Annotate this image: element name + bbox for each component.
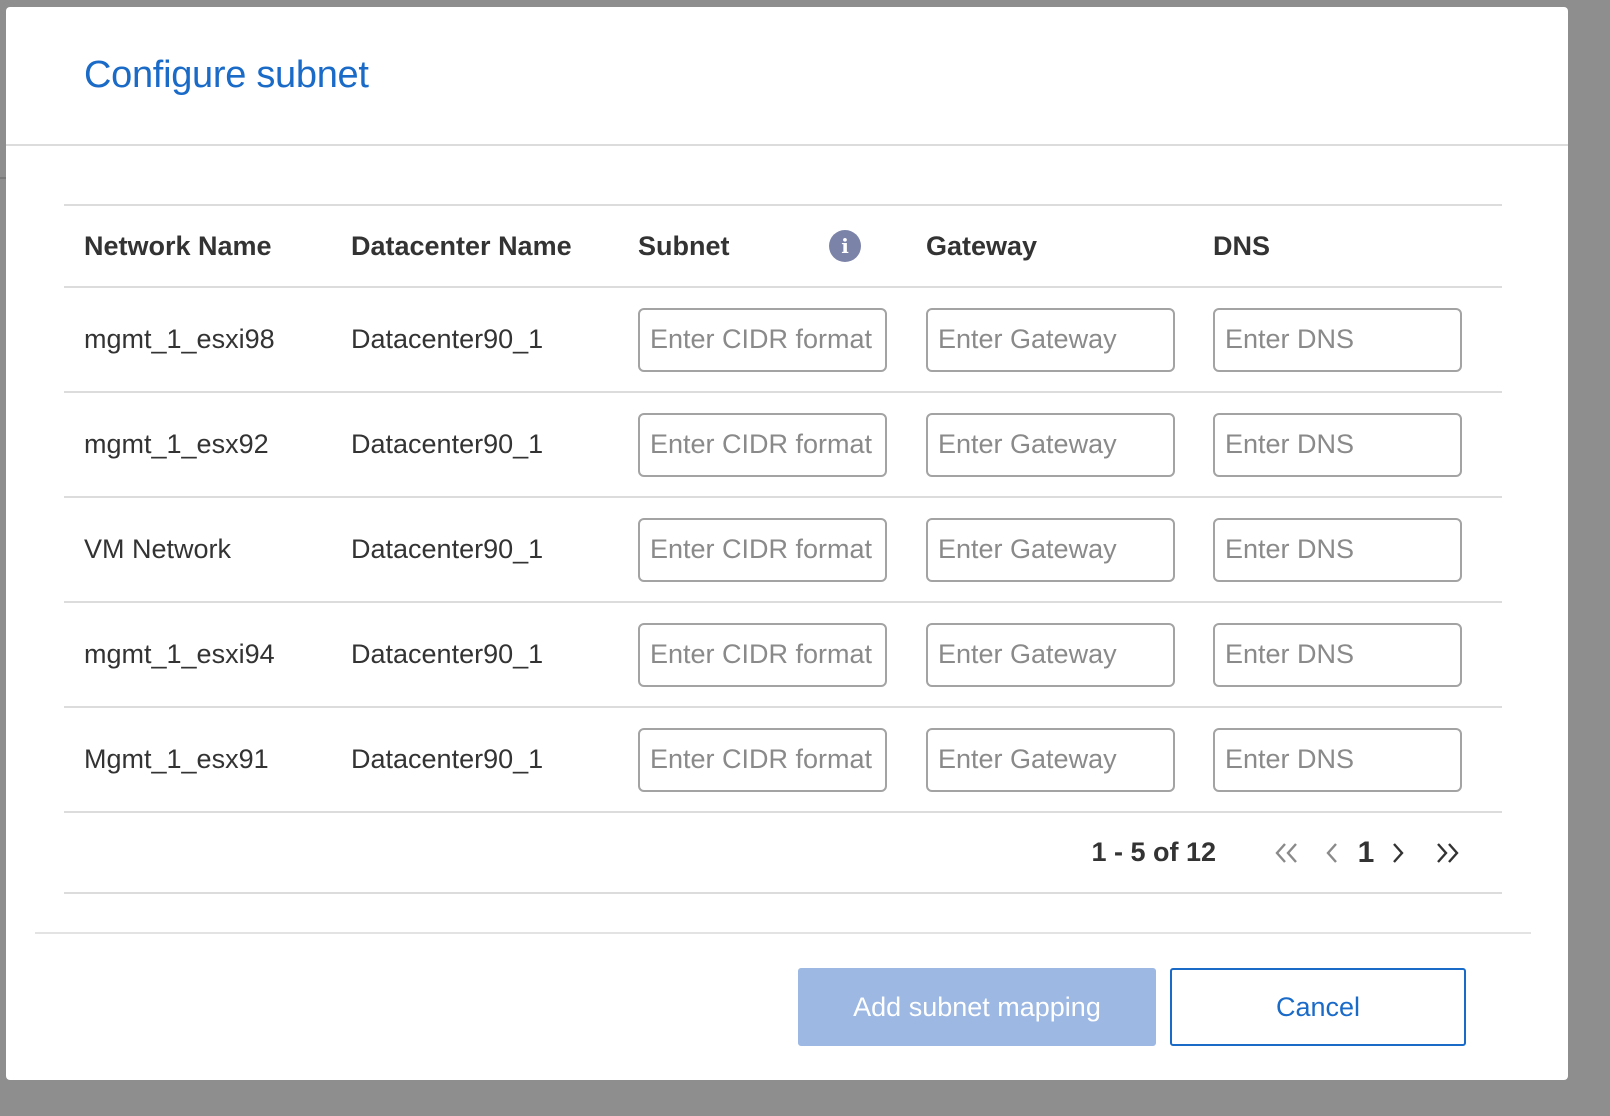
- next-page-icon[interactable]: [1388, 833, 1408, 873]
- network-name-cell: Mgmt_1_esx91: [84, 744, 269, 774]
- add-subnet-mapping-button[interactable]: Add subnet mapping: [798, 968, 1156, 1046]
- network-name-cell: mgmt_1_esxi98: [84, 324, 275, 354]
- footer-divider: [35, 932, 1531, 934]
- subnet-input[interactable]: [638, 727, 887, 792]
- subnet-input[interactable]: [638, 517, 887, 582]
- subnet-input[interactable]: [638, 307, 887, 372]
- column-header-dns: DNS: [1213, 230, 1271, 261]
- network-name-cell: mgmt_1_esxi94: [84, 639, 275, 669]
- subnet-table: Network Name Datacenter Name Subnet i Ga…: [64, 204, 1502, 894]
- current-page: 1: [1357, 835, 1375, 869]
- info-icon[interactable]: i: [829, 230, 861, 262]
- column-header-datacenter-name: Datacenter Name: [351, 230, 572, 261]
- gateway-input[interactable]: [926, 622, 1175, 687]
- column-header-network-name: Network Name: [84, 230, 272, 261]
- gateway-input[interactable]: [926, 307, 1175, 372]
- dialog-header: Configure subnet: [6, 7, 1568, 146]
- datacenter-name-cell: Datacenter90_1: [351, 534, 544, 564]
- datacenter-name-cell: Datacenter90_1: [351, 639, 544, 669]
- gateway-input[interactable]: [926, 727, 1175, 792]
- pagination: 1 - 5 of 12 1: [64, 813, 1502, 894]
- dns-input[interactable]: [1213, 727, 1462, 792]
- datacenter-name-cell: Datacenter90_1: [351, 744, 544, 774]
- table-row: mgmt_1_esxi94 Datacenter90_1: [64, 603, 1502, 708]
- dns-input[interactable]: [1213, 307, 1462, 372]
- dns-input[interactable]: [1213, 517, 1462, 582]
- last-page-icon[interactable]: [1428, 833, 1462, 873]
- column-header-subnet: Subnet i: [638, 230, 926, 262]
- table-header-row: Network Name Datacenter Name Subnet i Ga…: [64, 206, 1502, 288]
- column-header-gateway: Gateway: [926, 230, 1038, 261]
- network-name-cell: mgmt_1_esx92: [84, 429, 269, 459]
- gateway-input[interactable]: [926, 517, 1175, 582]
- dialog-title: Configure subnet: [84, 53, 369, 96]
- subnet-input[interactable]: [638, 622, 887, 687]
- dns-input[interactable]: [1213, 412, 1462, 477]
- table-row: mgmt_1_esxi98 Datacenter90_1: [64, 288, 1502, 393]
- first-page-icon[interactable]: [1272, 833, 1306, 873]
- datacenter-name-cell: Datacenter90_1: [351, 429, 544, 459]
- table-row: mgmt_1_esx92 Datacenter90_1: [64, 393, 1502, 498]
- column-header-subnet-label: Subnet: [638, 230, 730, 261]
- configure-subnet-dialog: Configure subnet Network Name Datacenter…: [6, 7, 1568, 1080]
- cancel-button[interactable]: Cancel: [1170, 968, 1466, 1046]
- table-row: Mgmt_1_esx91 Datacenter90_1: [64, 708, 1502, 813]
- pagination-range: 1 - 5 of 12: [1091, 837, 1216, 867]
- subnet-input[interactable]: [638, 412, 887, 477]
- network-name-cell: VM Network: [84, 534, 232, 564]
- previous-page-icon[interactable]: [1322, 833, 1342, 873]
- gateway-input[interactable]: [926, 412, 1175, 477]
- table-row: VM Network Datacenter90_1: [64, 498, 1502, 603]
- datacenter-name-cell: Datacenter90_1: [351, 324, 544, 354]
- dns-input[interactable]: [1213, 622, 1462, 687]
